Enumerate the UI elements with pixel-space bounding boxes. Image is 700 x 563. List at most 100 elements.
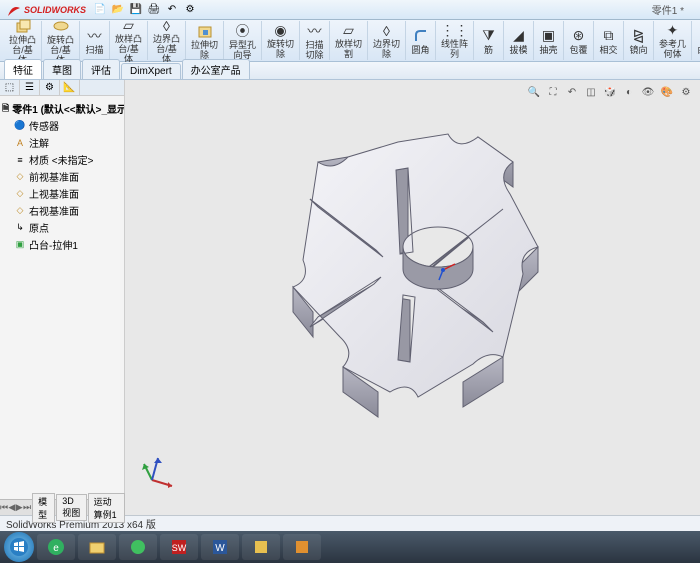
qat-new-icon[interactable]: 📄 (92, 2, 108, 18)
wrap-button[interactable]: ⊛包覆 (564, 21, 594, 60)
cut-boundary-button[interactable]: ◊边界切除 (368, 21, 406, 60)
cut-revolve-button[interactable]: ◉旋转切除 (262, 21, 300, 60)
main-area: ⬚ ☰ ⚙ 📐 🗎零件1 (默认<<默认>_显示状态 🔵传感器 A注解 ≡材质 … (0, 80, 700, 515)
display-style-icon[interactable]: ◐ (621, 84, 637, 100)
zoom-fit-icon[interactable]: 🔍 (526, 84, 542, 100)
hide-show-icon[interactable]: 👁 (640, 84, 656, 100)
tree-sensors[interactable]: 🔵传感器 (2, 117, 122, 134)
panel-tab-property-icon[interactable]: ☰ (20, 80, 40, 95)
draft-button[interactable]: ◢拔模 (504, 21, 534, 60)
view-heads-up-toolbar: 🔍 ⛶ ↶ ◫ 🎲 ◐ 👁 🎨 ⚙ (526, 84, 694, 100)
tree-root[interactable]: 🗎零件1 (默认<<默认>_显示状态 (2, 100, 122, 117)
plane-icon: ◇ (14, 188, 26, 200)
revolve-icon (52, 17, 70, 35)
taskbar-browser-button[interactable]: e (37, 534, 75, 560)
command-tab-strip: 特征 草图 评估 DimXpert 办公室产品 (0, 62, 700, 80)
pattern-icon: ⋮⋮ (446, 22, 464, 39)
cut-revolve-icon: ◉ (272, 22, 290, 39)
tree-extrude1[interactable]: ▣凸台-拉伸1 (2, 236, 122, 253)
cut-loft-button[interactable]: ▱放样切割 (330, 21, 368, 60)
sweep-icon: 〰 (86, 27, 104, 45)
shell-icon: ▣ (540, 27, 558, 45)
taskbar-app2-button[interactable] (242, 534, 280, 560)
shell-button[interactable]: ▣抽壳 (534, 21, 564, 60)
cut-loft-icon: ▱ (340, 22, 358, 39)
panel-tab-config-icon[interactable]: ⚙ (40, 80, 60, 95)
view-settings-icon[interactable]: ⚙ (678, 84, 694, 100)
graphics-viewport[interactable]: 🔍 ⛶ ↶ ◫ 🎲 ◐ 👁 🎨 ⚙ (125, 80, 700, 515)
boss-extrude-button[interactable]: 拉伸凸台/基体 (4, 21, 42, 60)
material-icon: ≡ (14, 154, 26, 166)
panel-tab-dim-icon[interactable]: 📐 (60, 80, 80, 95)
fillet-icon (412, 27, 430, 45)
title-bar: SOLIDWORKS 📄 📂 💾 🖨 ↶ ⚙ 零件1 * (0, 0, 700, 20)
boundary-button[interactable]: ◊边界凸台/基体 (148, 21, 186, 60)
svg-text:W: W (215, 543, 225, 554)
mirror-button[interactable]: ⧎镜向 (624, 21, 654, 60)
qat-undo-icon[interactable]: ↶ (164, 2, 180, 18)
svg-text:SW: SW (172, 543, 187, 553)
view-orient-icon[interactable]: 🎲 (602, 84, 618, 100)
tree-origin[interactable]: ↳原点 (2, 219, 122, 236)
tree-front-plane[interactable]: ◇前视基准面 (2, 168, 122, 185)
boss-sweep-button[interactable]: 〰扫描 (80, 21, 110, 60)
tree-material[interactable]: ≡材质 <未指定> (2, 151, 122, 168)
sheet-prev-icon[interactable]: ◀ (8, 502, 15, 513)
model-part (248, 102, 578, 442)
draft-icon: ◢ (510, 27, 528, 45)
start-button[interactable] (4, 532, 34, 562)
part-icon: 🗎 (2, 103, 9, 115)
tree-top-plane[interactable]: ◇上视基准面 (2, 185, 122, 202)
tab-evaluate[interactable]: 评估 (82, 59, 120, 79)
sheet-tab-model[interactable]: 模型 (32, 493, 55, 523)
qat-options-icon[interactable]: ⚙ (182, 2, 198, 18)
quick-access-toolbar: 📄 📂 💾 🖨 ↶ ⚙ (92, 2, 198, 18)
feature-tree[interactable]: 🗎零件1 (默认<<默认>_显示状态 🔵传感器 A注解 ≡材质 <未指定> ◇前… (0, 96, 124, 515)
qat-save-icon[interactable]: 💾 (128, 2, 144, 18)
tab-sketch[interactable]: 草图 (43, 59, 81, 79)
tab-dimxpert[interactable]: DimXpert (121, 63, 181, 79)
sheet-tab-3dview[interactable]: 3D视图 (56, 494, 86, 521)
feature-manager-panel: ⬚ ☰ ⚙ 📐 🗎零件1 (默认<<默认>_显示状态 🔵传感器 A注解 ≡材质 … (0, 80, 125, 515)
taskbar-app3-button[interactable] (283, 534, 321, 560)
sheet-first-icon[interactable]: ⏮ (0, 502, 8, 513)
scene-icon[interactable]: 🎨 (659, 84, 675, 100)
sheet-tab-motion[interactable]: 运动算例1 (88, 493, 125, 523)
panel-tab-feature-icon[interactable]: ⬚ (0, 80, 20, 95)
tree-right-plane[interactable]: ◇右视基准面 (2, 202, 122, 219)
tab-office[interactable]: 办公室产品 (182, 59, 250, 79)
rib-button[interactable]: ⧩筋 (474, 21, 504, 60)
boss-loft-button[interactable]: ▱放样凸台/基体 (110, 21, 148, 60)
taskbar-explorer-button[interactable] (78, 534, 116, 560)
qat-print-icon[interactable]: 🖨 (146, 2, 162, 18)
origin-icon: ↳ (14, 222, 26, 234)
reference-geometry-button[interactable]: ✦参考几何体 (654, 21, 692, 60)
mirror-icon: ⧎ (630, 27, 648, 45)
curves-button[interactable]: ∿曲线 (692, 21, 700, 60)
plane-icon: ◇ (14, 171, 26, 183)
tab-features[interactable]: 特征 (4, 59, 42, 79)
section-view-icon[interactable]: ◫ (583, 84, 599, 100)
prev-view-icon[interactable]: ↶ (564, 84, 580, 100)
cut-sweep-icon: 〰 (306, 22, 324, 40)
sheet-next-icon[interactable]: ▶ (16, 502, 23, 513)
fillet-button[interactable]: 圆角 (406, 21, 436, 60)
orientation-triad-icon[interactable] (140, 450, 180, 490)
cut-extrude-button[interactable]: 拉伸切除 (186, 21, 224, 60)
boss-revolve-button[interactable]: 旋转凸台/基体 (42, 21, 80, 60)
sheet-last-icon[interactable]: ⏭ (23, 502, 31, 513)
extrude-feature-icon: ▣ (14, 239, 26, 251)
taskbar-app1-button[interactable] (119, 534, 157, 560)
boundary-icon: ◊ (158, 18, 176, 34)
zoom-area-icon[interactable]: ⛶ (545, 84, 561, 100)
hole-wizard-button[interactable]: ⦿异型孔向导 (224, 21, 262, 60)
qat-open-icon[interactable]: 📂 (110, 2, 126, 18)
intersect-button[interactable]: ⧉相交 (594, 21, 624, 60)
tree-annotations[interactable]: A注解 (2, 134, 122, 151)
taskbar-solidworks-button[interactable]: SW (160, 534, 198, 560)
cut-sweep-button[interactable]: 〰扫描切除 (300, 21, 330, 60)
linear-pattern-button[interactable]: ⋮⋮线性阵列 (436, 21, 474, 60)
taskbar-word-button[interactable]: W (201, 534, 239, 560)
rib-icon: ⧩ (480, 27, 498, 45)
windows-taskbar: e SW W (0, 531, 700, 563)
